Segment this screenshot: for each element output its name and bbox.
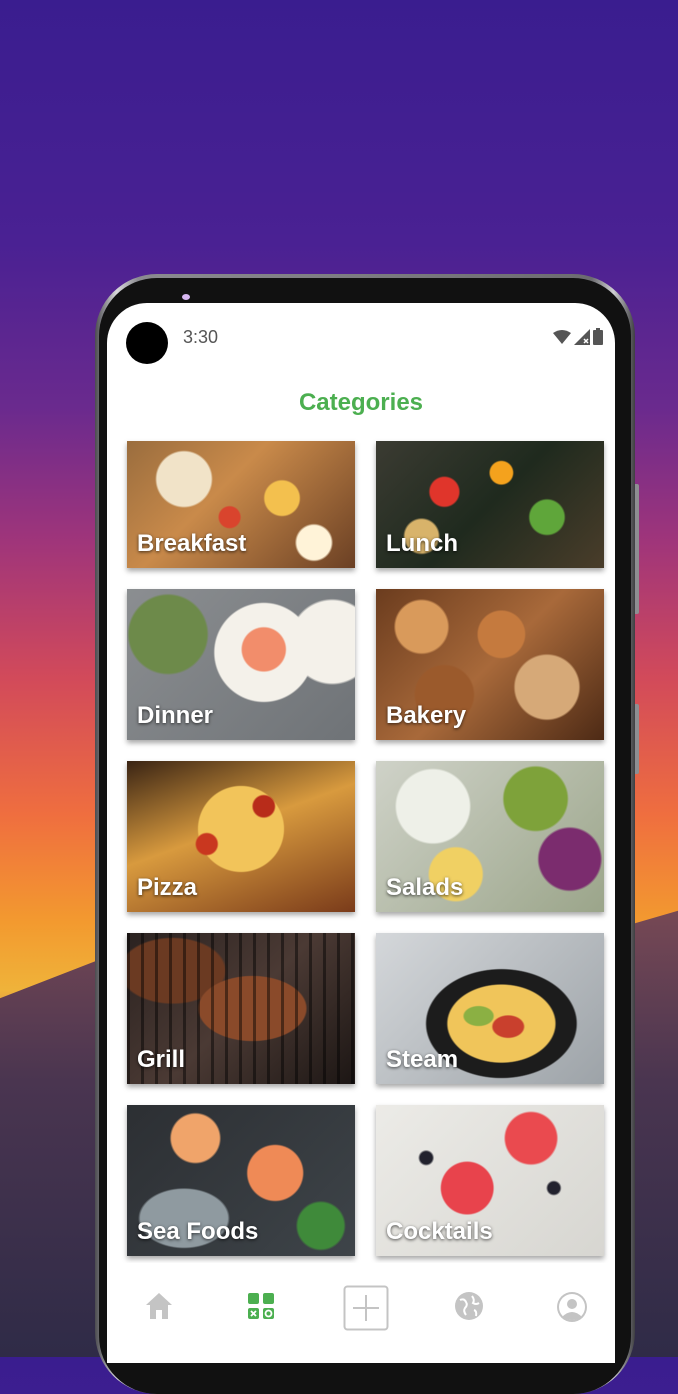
category-label: Cocktails — [386, 1218, 493, 1245]
add-icon — [343, 1285, 389, 1331]
battery-icon — [593, 328, 603, 345]
status-icons — [553, 328, 603, 345]
nav-explore[interactable] — [429, 1263, 509, 1363]
category-label: Salads — [386, 874, 464, 901]
front-camera — [126, 322, 168, 364]
category-tile[interactable]: Dinner — [127, 589, 355, 740]
status-time: 3:30 — [183, 327, 219, 347]
wifi-icon — [553, 329, 571, 344]
status-bar: 3:30 — [107, 303, 615, 373]
category-label: Steam — [386, 1046, 459, 1073]
category-tile[interactable]: Bakery — [376, 589, 604, 740]
profile-icon — [557, 1292, 587, 1322]
category-tile[interactable]: Lunch — [376, 441, 604, 568]
volume-button — [635, 484, 639, 614]
category-label: Pizza — [137, 874, 198, 901]
home-icon — [146, 1293, 172, 1319]
app-screen: 3:30 Categories Breakfast Lunch Dinner Bake… — [107, 303, 615, 1363]
categories-grid-icon — [248, 1293, 274, 1319]
category-tile[interactable]: Cocktails — [376, 1105, 604, 1256]
category-label: Breakfast — [137, 530, 247, 557]
category-tile[interactable]: Breakfast — [127, 441, 355, 568]
nav-profile[interactable] — [532, 1263, 612, 1363]
globe-icon — [455, 1292, 483, 1320]
nav-add[interactable] — [326, 1263, 406, 1363]
page-title: Categories — [298, 389, 424, 416]
category-tile[interactable]: Grill — [127, 933, 355, 1084]
category-label: Grill — [137, 1046, 186, 1073]
power-button — [635, 704, 639, 774]
category-tile[interactable]: Sea Foods — [127, 1105, 355, 1256]
category-label: Bakery — [386, 702, 467, 729]
category-tile[interactable]: Salads — [376, 761, 604, 912]
category-label: Dinner — [137, 702, 214, 729]
category-label: Lunch — [386, 530, 458, 557]
nav-home[interactable] — [119, 1263, 199, 1363]
nav-categories[interactable] — [221, 1263, 301, 1363]
bottom-nav — [107, 1263, 615, 1363]
cell-signal-icon — [574, 328, 590, 345]
earpiece-dot — [182, 294, 190, 300]
category-tile[interactable]: Steam — [376, 933, 604, 1084]
category-label: Sea Foods — [137, 1218, 259, 1245]
category-tile[interactable]: Pizza — [127, 761, 355, 912]
